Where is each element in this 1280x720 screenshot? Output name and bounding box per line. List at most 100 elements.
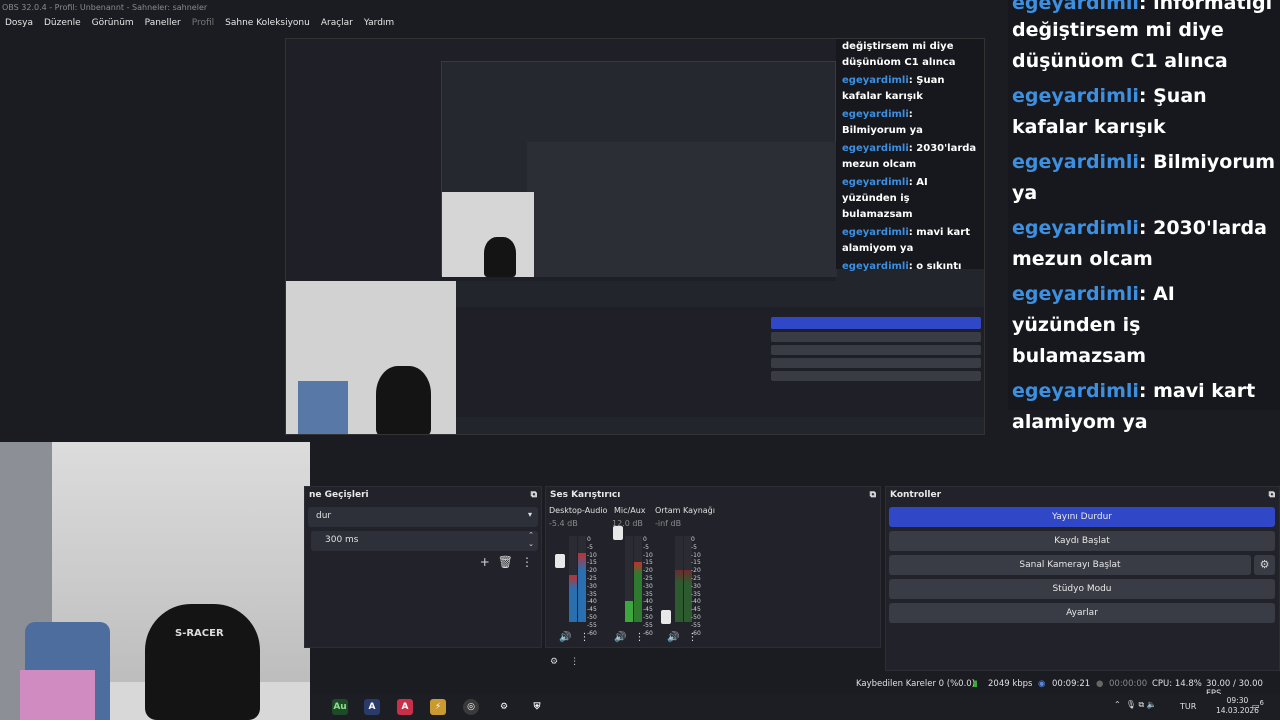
app-icon[interactable]: ⚡ <box>430 699 446 715</box>
scale-tick: -60 <box>643 629 653 637</box>
mixer-channel-ambient: Ortam Kaynağı -inf dB 0 -5 -10 -15 -20 -25 -30… <box>655 506 715 643</box>
scale-tick: -25 <box>691 574 701 582</box>
transition-select[interactable]: dur ▾ <box>308 507 538 527</box>
scale-tick: -30 <box>587 582 597 590</box>
channel-name: Desktop-Audio <box>549 506 608 515</box>
tray-icons: ⌃ 🎙 ⧉ 🔈 <box>1114 700 1157 710</box>
fader-knob[interactable] <box>613 526 623 540</box>
mixer-title: Ses Karıştırıcı <box>550 490 621 500</box>
status-bar: Kaybedilen Kareler 0 (%0.0) ▮ 2049 kbps … <box>310 674 1280 699</box>
stream-icon: ◉ <box>1038 679 1046 689</box>
level-meter <box>634 536 642 622</box>
nested-chat-partial: değiştirsem mi diye düşünüom C1 alınca <box>842 41 956 68</box>
stop-streaming-button[interactable]: Yayını Durdur <box>889 507 1275 527</box>
settings-button[interactable]: Ayarlar <box>889 603 1275 623</box>
level-meter <box>578 536 586 622</box>
add-icon[interactable]: + <box>480 555 490 569</box>
scale-tick: -45 <box>587 606 597 614</box>
scale-tick: -50 <box>643 613 653 621</box>
speaker-icon[interactable]: 🔊 <box>614 632 626 643</box>
nested-chat-user: egeyardimli <box>842 109 909 120</box>
mixer-footer: ⚙ ⋮ <box>550 657 579 667</box>
menu-sahne-koleksiyonu[interactable]: Sahne Koleksiyonu <box>220 15 316 33</box>
obs-app-icon[interactable]: ◎ <box>463 699 479 715</box>
undock-icon[interactable]: ⧉ <box>870 490 876 500</box>
scale-tick: -40 <box>643 598 653 606</box>
more-icon[interactable]: ⋮ <box>634 632 644 643</box>
preview-canvas[interactable]: değiştirsem mi diye düşünüom C1 alınca e… <box>285 38 985 435</box>
start-recording-button[interactable]: Kaydı Başlat <box>889 531 1275 551</box>
dropped-frames: Kaybedilen Kareler 0 (%0.0) <box>856 679 976 689</box>
mixer-channel-mic: Mic/Aux 12.0 dB 0 -5 -10 -15 -20 -25 -30 -35 -40… <box>602 506 662 643</box>
app-icon[interactable]: A <box>364 699 380 715</box>
scale-tick: -30 <box>643 582 653 590</box>
transition-select-value: dur <box>316 511 332 521</box>
mic-icon[interactable]: 🎙 <box>1126 700 1136 709</box>
undock-icon[interactable]: ⧉ <box>531 490 537 500</box>
chat-overlay: egeyardimli: informatiği değiştirsem mi … <box>1008 0 1280 468</box>
scale-tick: -20 <box>691 567 701 575</box>
fader-knob[interactable] <box>661 610 671 624</box>
chevron-up-icon[interactable]: ⌃ <box>1114 700 1121 709</box>
chat-line: egeyardimli: 2030'larda mezun olcam <box>1008 213 1280 275</box>
nested-chair <box>484 237 516 277</box>
duration-spinbox[interactable]: 300 ms ⌃ ⌄ <box>311 531 538 551</box>
preview-clothes <box>298 381 348 434</box>
scale-tick: -10 <box>587 551 597 559</box>
menu-duzenle[interactable]: Düzenle <box>39 15 87 33</box>
studio-mode-button[interactable]: Stüdyo Modu <box>889 579 1275 599</box>
shield-app-icon[interactable]: ⛨ <box>529 699 545 715</box>
menu-paneller[interactable]: Paneller <box>140 15 187 33</box>
scale-tick: -25 <box>643 574 653 582</box>
input-language[interactable]: TUR <box>1180 702 1196 711</box>
scale-tick: -15 <box>691 559 701 567</box>
speaker-icon[interactable]: 🔊 <box>667 632 679 643</box>
volume-fader[interactable] <box>555 524 565 624</box>
notification-count: 6 <box>1259 699 1264 707</box>
notifications-icon[interactable]: ▭6 <box>1252 699 1264 711</box>
nested-obs-window-3 <box>527 142 837 277</box>
more-icon[interactable]: ⋮ <box>687 632 697 643</box>
audition-app-icon[interactable]: Au <box>332 699 348 715</box>
scale-tick: -25 <box>587 574 597 582</box>
menu-yardim[interactable]: Yardım <box>359 15 400 33</box>
chat-username: egeyardimli <box>1012 0 1139 14</box>
network-icon[interactable]: ⧉ <box>1139 700 1145 709</box>
fader-knob[interactable] <box>555 554 565 568</box>
virtual-camera-settings-gear-icon[interactable]: ⚙ <box>1254 555 1275 575</box>
signal-icon: ▮ <box>973 679 978 689</box>
menu-gorunum[interactable]: Görünüm <box>87 15 140 33</box>
menu-araclar[interactable]: Araçlar <box>316 15 359 33</box>
trash-icon[interactable]: 🗑 <box>498 555 513 569</box>
channel-icons: 🔊 ⋮ <box>667 632 697 643</box>
undock-icon[interactable]: ⧉ <box>1269 490 1275 500</box>
chair-logo: S-RACER <box>175 628 224 639</box>
volume-fader[interactable] <box>613 524 623 624</box>
more-icon[interactable]: ⋮ <box>521 555 533 569</box>
scale-tick: -45 <box>643 606 653 614</box>
chat-username: egeyardimli <box>1012 151 1139 173</box>
nested-chat-user: egeyardimli <box>842 177 909 188</box>
preview-btn <box>771 358 981 368</box>
scale-tick: 0 <box>587 536 591 543</box>
meter-fill <box>625 600 633 622</box>
acrobat-app-icon[interactable]: A <box>397 699 413 715</box>
nested-webcam <box>442 192 534 277</box>
menu-dosya[interactable]: Dosya <box>0 15 39 33</box>
pink-clothes <box>20 670 95 720</box>
nested-obs-window <box>286 39 837 281</box>
spin-arrows-icon[interactable]: ⌃ ⌄ <box>528 531 534 549</box>
mixer-more-icon[interactable]: ⋮ <box>570 657 579 667</box>
settings-app-icon[interactable]: ⚙ <box>496 699 512 715</box>
volume-fader[interactable] <box>661 524 671 624</box>
scale-tick: -10 <box>691 551 701 559</box>
level-meter <box>675 536 683 622</box>
scale-tick: -35 <box>691 590 701 598</box>
mixer-settings-icon[interactable]: ⚙ <box>550 657 558 667</box>
more-icon[interactable]: ⋮ <box>579 632 589 643</box>
speaker-icon[interactable]: 🔊 <box>559 632 571 643</box>
channel-icons: 🔊 ⋮ <box>614 632 644 643</box>
chat-line: egeyardimli: mavi kart alamiyom ya <box>1008 376 1280 438</box>
start-virtual-camera-button[interactable]: Sanal Kamerayı Başlat <box>889 555 1251 575</box>
volume-icon[interactable]: 🔈 <box>1147 700 1157 709</box>
